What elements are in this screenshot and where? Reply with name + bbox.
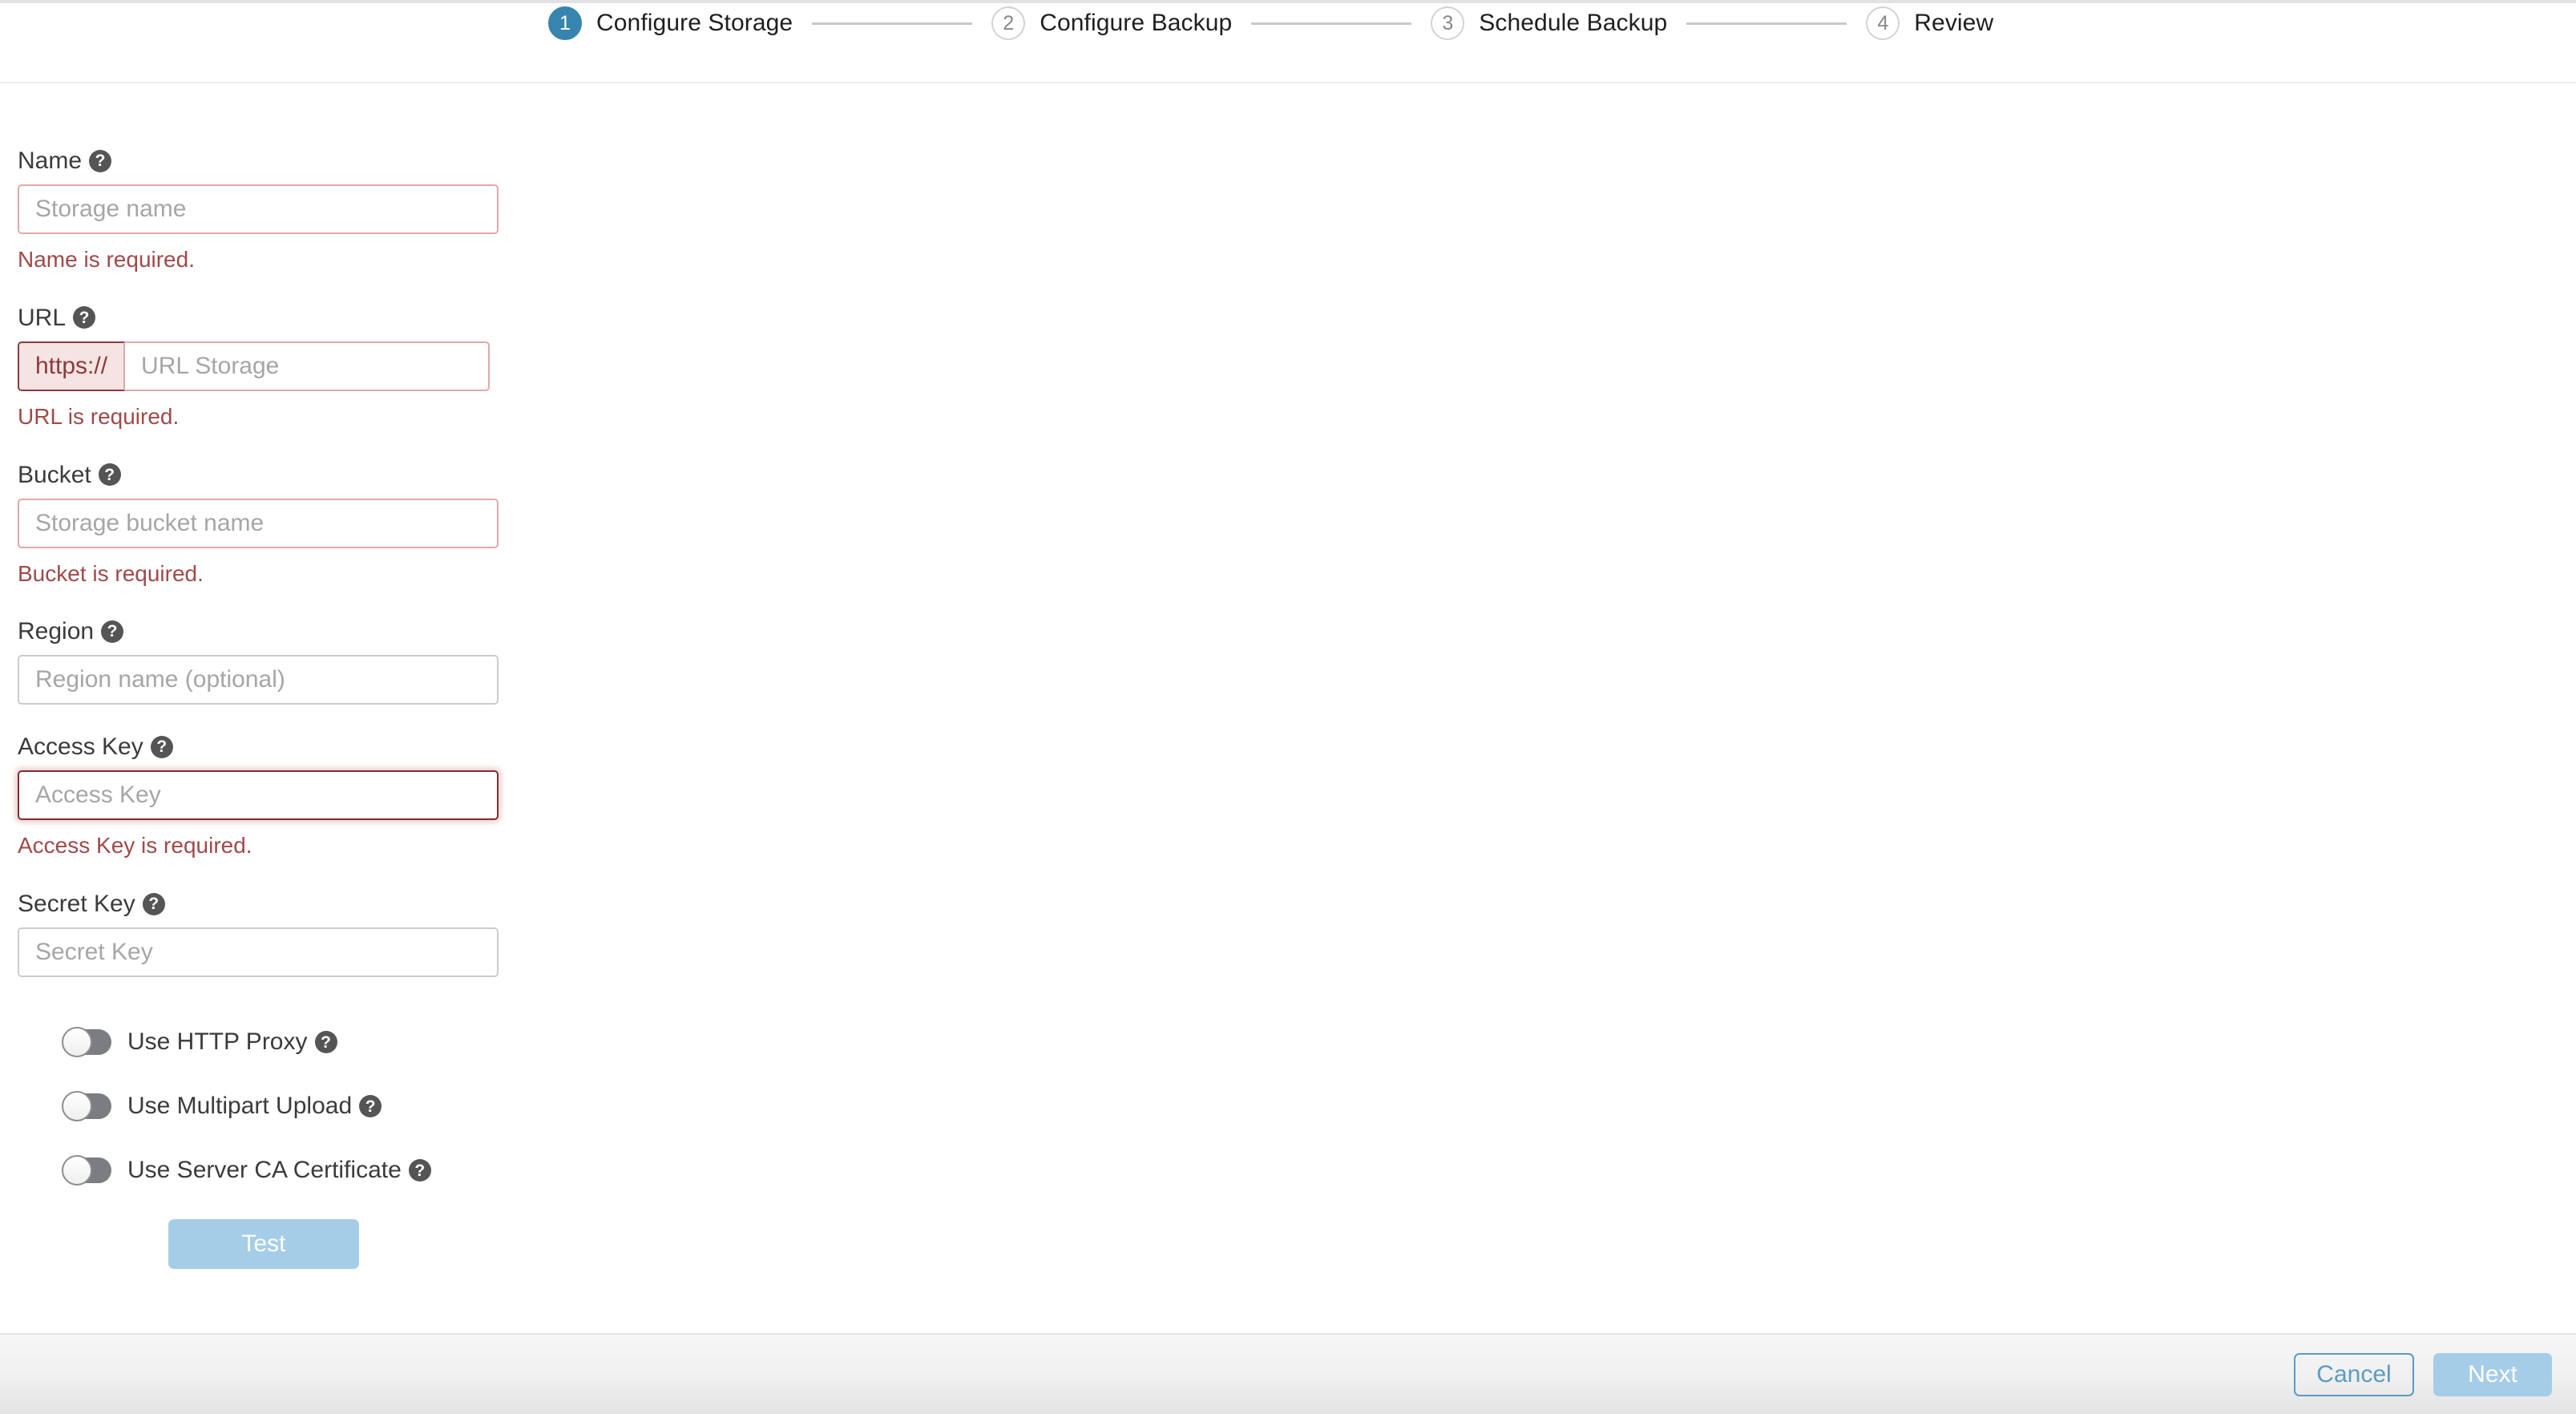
url-label-text: URL (18, 304, 67, 331)
toggle-knob (62, 1091, 92, 1122)
help-icon[interactable]: ? (408, 1159, 431, 1182)
access-key-error: Access Key is required. (18, 833, 252, 858)
toggle-label-text: Use Server CA Certificate (127, 1157, 402, 1184)
access-key-label-text: Access Key (18, 733, 143, 761)
help-icon[interactable]: ? (98, 463, 121, 487)
bucket-label-text: Bucket (18, 461, 91, 488)
options-toggle-list: Use HTTP Proxy ? Use Multipart Upload ? (18, 1027, 515, 1186)
url-error: URL is required. (18, 403, 180, 429)
step-1-label: Configure Storage (596, 10, 793, 36)
field-url: URL ? https:// URL is required. (18, 305, 515, 430)
test-button-row: Test (18, 1219, 515, 1270)
step-connector-1-2 (812, 22, 973, 25)
url-protocol-addon: https:// (18, 341, 126, 391)
access-key-input[interactable] (18, 770, 499, 821)
step-2-configure-backup[interactable]: 2 Configure Backup (991, 6, 1232, 40)
toggle-use-multipart-upload[interactable]: Use Multipart Upload ? (62, 1091, 382, 1122)
secret-key-label-text: Secret Key (18, 891, 135, 918)
toggle-label-multipart-upload: Use Multipart Upload ? (127, 1093, 382, 1120)
wizard-footer: Cancel Next (0, 1333, 2576, 1414)
bucket-label: Bucket ? (18, 462, 515, 488)
bucket-input[interactable] (18, 498, 499, 548)
test-button[interactable]: Test (168, 1219, 359, 1270)
step-2-label: Configure Backup (1040, 10, 1233, 36)
region-label: Region ? (18, 618, 515, 644)
toggle-label-text: Use HTTP Proxy (127, 1028, 308, 1056)
region-label-text: Region (18, 618, 95, 645)
toggle-knob (62, 1155, 92, 1186)
help-icon[interactable]: ? (89, 149, 112, 172)
url-label: URL ? (18, 305, 515, 331)
step-4-label: Review (1914, 10, 1994, 36)
name-label-text: Name (18, 147, 83, 174)
help-icon[interactable]: ? (142, 892, 165, 915)
storage-form: Name ? Name is required. URL ? https:// … (0, 85, 2576, 1333)
wizard-stepper-bar: 1 Configure Storage 2 Configure Backup 3… (0, 3, 2576, 83)
field-secret-key: Secret Key ? (18, 891, 515, 978)
step-4-circle: 4 (1866, 6, 1900, 40)
step-1-configure-storage[interactable]: 1 Configure Storage (548, 6, 793, 40)
name-input[interactable] (18, 184, 499, 234)
wizard-stepper: 1 Configure Storage 2 Configure Backup 3… (548, 3, 1993, 43)
field-region: Region ? (18, 618, 515, 705)
step-4-review[interactable]: 4 Review (1866, 6, 1993, 40)
access-key-label: Access Key ? (18, 733, 515, 760)
next-button[interactable]: Next (2433, 1352, 2552, 1396)
toggle-label-server-ca-certificate: Use Server CA Certificate ? (127, 1157, 431, 1184)
toggle-use-http-proxy[interactable]: Use HTTP Proxy ? (62, 1027, 337, 1058)
toggle-use-server-ca-certificate[interactable]: Use Server CA Certificate ? (62, 1155, 431, 1186)
field-bucket: Bucket ? Bucket is required. (18, 462, 515, 587)
step-3-circle: 3 (1431, 6, 1465, 40)
toggle-switch-off-icon[interactable] (62, 1027, 111, 1058)
toggle-knob (62, 1027, 92, 1058)
secret-key-input[interactable] (18, 927, 499, 978)
toggle-switch-off-icon[interactable] (62, 1155, 111, 1186)
step-2-circle: 2 (991, 6, 1026, 40)
url-input[interactable] (125, 341, 491, 391)
help-icon[interactable]: ? (73, 306, 96, 329)
name-error: Name is required. (18, 247, 195, 272)
help-icon[interactable]: ? (150, 735, 173, 758)
step-3-label: Schedule Backup (1479, 10, 1668, 36)
bucket-error: Bucket is required. (18, 560, 204, 586)
name-label: Name ? (18, 147, 515, 174)
toggle-label-text: Use Multipart Upload (127, 1093, 353, 1120)
step-connector-2-3 (1251, 22, 1412, 25)
toggle-switch-off-icon[interactable] (62, 1091, 111, 1122)
field-name: Name ? Name is required. (18, 147, 515, 273)
field-access-key: Access Key ? Access Key is required. (18, 733, 515, 858)
toggle-label-http-proxy: Use HTTP Proxy ? (127, 1028, 337, 1056)
step-1-circle: 1 (548, 6, 582, 40)
help-icon[interactable]: ? (359, 1095, 382, 1118)
region-input[interactable] (18, 655, 499, 705)
cancel-button[interactable]: Cancel (2294, 1352, 2414, 1396)
step-connector-3-4 (1686, 22, 1847, 25)
help-icon[interactable]: ? (101, 620, 124, 643)
step-3-schedule-backup[interactable]: 3 Schedule Backup (1431, 6, 1667, 40)
secret-key-label: Secret Key ? (18, 891, 515, 917)
url-input-group: https:// (18, 341, 499, 391)
configure-storage-wizard: 1 Configure Storage 2 Configure Backup 3… (0, 0, 2576, 1414)
help-icon[interactable]: ? (314, 1031, 337, 1054)
